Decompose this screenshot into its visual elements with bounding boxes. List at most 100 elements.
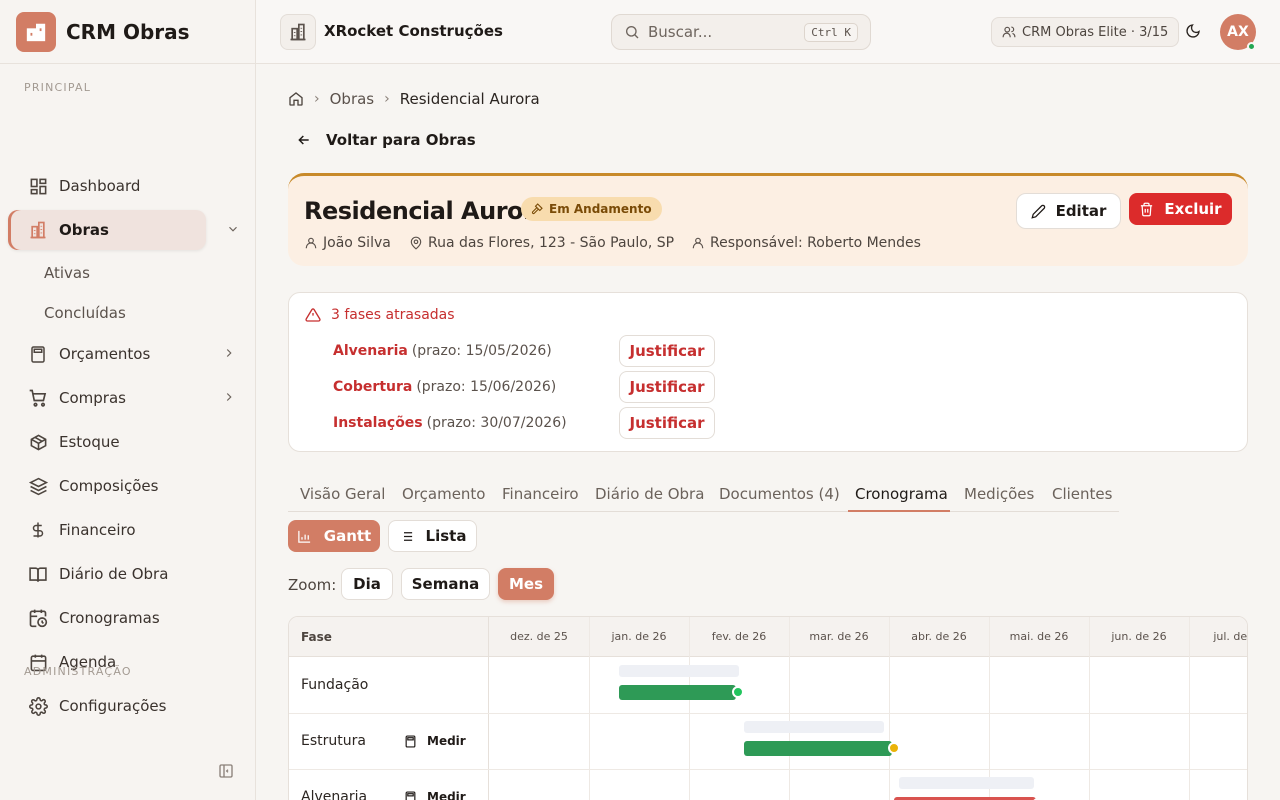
delayed-phase-due: (prazo: 15/06/2026) <box>416 379 557 395</box>
hammer-icon <box>531 203 543 215</box>
month-label: jul. de 26 <box>1213 630 1248 643</box>
sidebar-item-cronogramas[interactable]: Cronogramas <box>8 598 248 638</box>
company-building-icon[interactable] <box>280 14 316 50</box>
justify-button[interactable]: Justificar <box>619 335 715 367</box>
arrow-left-icon <box>296 132 312 148</box>
map-pin-icon <box>409 236 423 250</box>
row-divider <box>289 713 1247 714</box>
section-label-admin: ADMINISTRAÇÃO <box>24 665 132 678</box>
delayed-phase-name[interactable]: Alvenaria <box>333 343 408 359</box>
tab-orcamento[interactable]: Orçamento <box>402 485 486 503</box>
tab-financeiro[interactable]: Financeiro <box>502 485 579 503</box>
search-box[interactable]: Buscar... Ctrl K <box>611 14 871 50</box>
chevron-down-icon[interactable] <box>226 222 240 240</box>
book-icon <box>28 564 48 584</box>
address-info: Rua das Flores, 123 - São Paulo, SP <box>409 235 674 251</box>
brand[interactable]: CRM Obras <box>0 0 255 64</box>
company-name[interactable]: XRocket Construções <box>324 22 503 40</box>
measure-button[interactable]: Medir <box>404 790 466 800</box>
section-label-principal: PRINCIPAL <box>24 81 92 94</box>
project-header-card: Residencial Aurora Em Andamento João Sil… <box>288 173 1248 266</box>
tab-clientes[interactable]: Clientes <box>1052 485 1112 503</box>
tab-diario-de-obra[interactable]: Diário de Obra <box>595 485 704 503</box>
delete-label: Excluir <box>1164 200 1222 218</box>
topbar: XRocket Construções Buscar... Ctrl K CRM… <box>256 0 1280 64</box>
delayed-phase-due: (prazo: 15/05/2026) <box>411 343 552 359</box>
planned-bar[interactable] <box>899 777 1034 789</box>
home-icon[interactable] <box>288 91 304 107</box>
breadcrumb: › Obras › Residencial Aurora <box>288 90 540 108</box>
search-input[interactable]: Buscar... <box>648 23 712 41</box>
sidebar-item-orcamentos[interactable]: Orçamentos <box>8 334 248 374</box>
zoom-mes-button[interactable]: Mes <box>498 568 554 600</box>
sidebar-sub-ativas[interactable]: Ativas <box>44 264 90 282</box>
tab-cronograma[interactable]: Cronograma <box>855 485 948 503</box>
sidebar-item-dashboard[interactable]: Dashboard <box>8 166 248 206</box>
measure-button[interactable]: Medir <box>404 734 466 748</box>
measure-label: Medir <box>427 790 466 800</box>
breadcrumb-obras[interactable]: Obras <box>330 90 375 108</box>
sidebar-sub-concluidas[interactable]: Concluídas <box>44 304 126 322</box>
month-gridline <box>1189 617 1190 800</box>
client-info: João Silva <box>304 235 391 251</box>
sidebar-item-label: Compras <box>59 389 126 407</box>
sidebar-item-financeiro[interactable]: Financeiro <box>8 510 248 550</box>
online-status-dot <box>1247 42 1256 51</box>
justify-button[interactable]: Justificar <box>619 407 715 439</box>
phase-name: Alvenaria <box>301 789 368 800</box>
gear-icon <box>28 696 48 716</box>
month-label: mar. de 26 <box>809 630 869 643</box>
month-gridline <box>589 617 590 800</box>
sidebar-item-label: Orçamentos <box>59 345 151 363</box>
month-gridline <box>689 617 690 800</box>
delete-button[interactable]: Excluir <box>1129 193 1232 225</box>
tab-visao-geral[interactable]: Visão Geral <box>300 485 385 503</box>
zoom-dia-button[interactable]: Dia <box>341 568 393 600</box>
tab-medicoes[interactable]: Medições <box>964 485 1034 503</box>
moon-icon[interactable] <box>1185 23 1201 43</box>
gantt-view-button[interactable]: Gantt <box>288 520 380 552</box>
chevron-right-icon[interactable] <box>222 346 236 364</box>
delayed-phase-name[interactable]: Instalações <box>333 415 423 431</box>
alert-title: 3 fases atrasadas <box>305 307 455 323</box>
sidebar-item-compras[interactable]: Compras <box>8 378 248 418</box>
phase-name: Fundação <box>301 677 369 693</box>
phase-name: Estrutura <box>301 733 366 749</box>
sidebar-item-estoque[interactable]: Estoque <box>8 422 248 462</box>
tab-documentos[interactable]: Documentos (4) <box>719 485 840 503</box>
box-icon <box>28 432 48 452</box>
chevron-right-icon[interactable] <box>222 390 236 408</box>
row-divider <box>289 769 1247 770</box>
delayed-phase-row: Cobertura (prazo: 15/06/2026) Justificar <box>333 371 715 403</box>
dashboard-icon <box>28 176 48 196</box>
dollar-icon <box>28 520 48 540</box>
delayed-phases-alert: 3 fases atrasadas Alvenaria (prazo: 15/0… <box>288 292 1248 452</box>
sidebar-item-configuracoes[interactable]: Configurações <box>8 686 248 726</box>
sidebar-item-obras[interactable]: Obras <box>8 210 237 250</box>
planned-bar[interactable] <box>619 665 739 677</box>
edit-label: Editar <box>1055 202 1107 220</box>
list-label: Lista <box>425 527 467 545</box>
actual-bar[interactable] <box>744 741 892 756</box>
plan-badge[interactable]: CRM Obras Elite · 3/15 <box>991 17 1180 47</box>
list-view-button[interactable]: Lista <box>388 520 477 552</box>
bar-chart-icon <box>297 529 312 544</box>
sidebar: CRM Obras PRINCIPAL Dashboard Obras Ativ… <box>0 0 256 800</box>
delayed-phase-name[interactable]: Cobertura <box>333 379 412 395</box>
planned-bar[interactable] <box>744 721 884 733</box>
cart-icon <box>28 388 48 408</box>
month-gridline <box>789 617 790 800</box>
back-button[interactable]: Voltar para Obras <box>296 131 476 149</box>
active-tab-indicator <box>848 510 950 512</box>
delayed-phase-due: (prazo: 30/07/2026) <box>426 415 567 431</box>
actual-bar[interactable] <box>619 685 736 700</box>
edit-button[interactable]: Editar <box>1016 193 1121 229</box>
zoom-semana-button[interactable]: Semana <box>401 568 490 600</box>
sidebar-item-label: Configurações <box>59 697 167 715</box>
sidebar-collapse-icon[interactable] <box>218 763 236 781</box>
sidebar-item-composicoes[interactable]: Composições <box>8 466 248 506</box>
sidebar-item-diario[interactable]: Diário de Obra <box>8 554 248 594</box>
user-icon <box>691 236 705 250</box>
justify-button[interactable]: Justificar <box>619 371 715 403</box>
status-text: Em Andamento <box>549 202 652 216</box>
